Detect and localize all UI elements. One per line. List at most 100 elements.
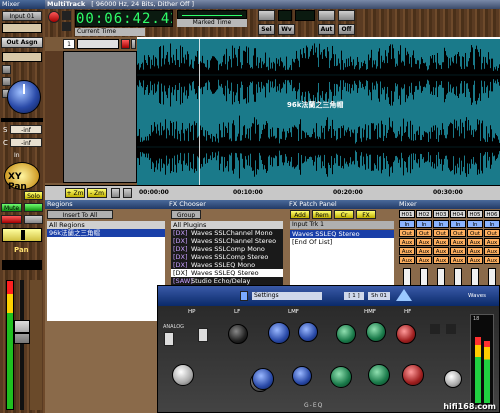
- aux-button-2[interactable]: [2, 77, 11, 86]
- pan-knob[interactable]: [7, 80, 41, 114]
- hp-knob[interactable]: [172, 364, 194, 386]
- mixer-channel-button[interactable]: Out: [433, 229, 449, 237]
- analog-switch[interactable]: [164, 332, 174, 346]
- mute-button[interactable]: Mute: [1, 203, 22, 212]
- track-name-field[interactable]: [77, 39, 119, 49]
- eq-type-switch[interactable]: [446, 324, 456, 334]
- mixer-channel-button[interactable]: Out: [484, 229, 500, 237]
- all-regions-header[interactable]: All Regions: [47, 221, 165, 229]
- fx-plugin-item[interactable]: [DX] Waves SSLEQ Stereo: [171, 269, 283, 277]
- lmf-freq2-knob[interactable]: [292, 366, 312, 386]
- rec-button[interactable]: [1, 215, 22, 224]
- hmf-gain-knob[interactable]: [336, 324, 356, 344]
- c-value[interactable]: -inf: [10, 138, 42, 147]
- playhead-cursor[interactable]: [199, 37, 200, 185]
- pan-slider[interactable]: [2, 228, 42, 242]
- mixer-channel-button[interactable]: Aux: [433, 256, 449, 264]
- mixer-channel-button[interactable]: Out: [416, 229, 432, 237]
- lmf-gain-knob[interactable]: [268, 322, 290, 344]
- waveform-area[interactable]: 96k法蘭之三角帽: [137, 37, 500, 185]
- out-assign-button[interactable]: Out Asgn: [1, 37, 43, 48]
- small-toggle-1[interactable]: [258, 10, 275, 21]
- record-button[interactable]: [48, 11, 60, 23]
- track-mute-button[interactable]: [131, 39, 136, 49]
- mixer-channel-label[interactable]: H05: [467, 210, 483, 218]
- hf-gain-knob[interactable]: [396, 324, 416, 344]
- hmf-freq2-knob[interactable]: [368, 364, 390, 386]
- fx-plugin-item[interactable]: [DX] Waves SSLEQ Mono: [171, 261, 283, 269]
- mixer-channel-button[interactable]: Aux: [467, 256, 483, 264]
- mixer-channel-button[interactable]: In: [433, 220, 449, 228]
- mixer-channel-button[interactable]: Aux: [433, 247, 449, 255]
- patch-item-end[interactable]: [End Of List]: [290, 238, 394, 246]
- mixer-channel-label[interactable]: H02: [416, 210, 432, 218]
- mixer-channel-button[interactable]: Out: [399, 229, 415, 237]
- aut-mode-button[interactable]: Aut: [318, 24, 335, 35]
- mixer-channel-button[interactable]: Aux: [433, 238, 449, 246]
- cr-fx-button[interactable]: Cr: [334, 210, 354, 219]
- mixer-channel-button[interactable]: Aux: [450, 238, 466, 246]
- mixer-channel-button[interactable]: Aux: [450, 247, 466, 255]
- mixer-channel-button[interactable]: In: [416, 220, 432, 228]
- mixer-channel-label[interactable]: H06: [484, 210, 500, 218]
- fx-plugin-item[interactable]: [DX] Waves SSLComp Mono: [171, 245, 283, 253]
- output-trim-knob[interactable]: [444, 370, 462, 388]
- zoom-in-button[interactable]: + Zm: [65, 188, 85, 198]
- mixer-channel-button[interactable]: Aux: [416, 247, 432, 255]
- mixer-channel-button[interactable]: Aux: [416, 238, 432, 246]
- eq-in-switch[interactable]: [430, 324, 440, 334]
- fit-button[interactable]: [111, 188, 120, 198]
- out-field[interactable]: [2, 52, 42, 62]
- aux-button-1[interactable]: [2, 65, 11, 74]
- remove-fx-button[interactable]: Rem: [312, 210, 332, 219]
- lmf-freq-knob[interactable]: [252, 368, 274, 390]
- scroll-left-button[interactable]: [123, 188, 132, 198]
- mixer-channel-button[interactable]: Aux: [484, 238, 500, 246]
- lmf-q-knob[interactable]: [298, 322, 318, 342]
- mixer-channel-label[interactable]: H03: [433, 210, 449, 218]
- hp-filter-switch[interactable]: [198, 328, 208, 342]
- sel-mode-button[interactable]: Sel: [258, 24, 275, 35]
- fx-plugin-item[interactable]: [DX] Waves SSLComp Stereo: [171, 253, 283, 261]
- mixer-channel-button[interactable]: Aux: [399, 256, 415, 264]
- mixer-channel-button[interactable]: Aux: [484, 256, 500, 264]
- hf-freq-knob[interactable]: [402, 364, 424, 386]
- preset-value[interactable]: [ 1 ]: [344, 292, 364, 300]
- xy-pan-pad[interactable]: XY Pan: [4, 162, 40, 192]
- zoom-out-button[interactable]: - Zm: [87, 188, 107, 198]
- all-plugins-header[interactable]: All Plugins: [171, 221, 283, 229]
- mixer-channel-button[interactable]: In: [484, 220, 500, 228]
- mute-indicator[interactable]: [24, 203, 43, 212]
- mixer-channel-button[interactable]: In: [399, 220, 415, 228]
- play-button[interactable]: [62, 22, 71, 31]
- mixer-channel-label[interactable]: H01: [399, 210, 415, 218]
- mixer-channel-button[interactable]: Aux: [467, 238, 483, 246]
- mixer-channel-button[interactable]: Aux: [484, 247, 500, 255]
- off-mode-button[interactable]: Off: [338, 24, 355, 35]
- track-number[interactable]: 1: [63, 39, 75, 49]
- mixer-channel-button[interactable]: Aux: [399, 238, 415, 246]
- settings-label[interactable]: Settings: [252, 292, 322, 300]
- sh-label[interactable]: Sh 01: [368, 292, 390, 300]
- mixer-channel-button[interactable]: Aux: [450, 256, 466, 264]
- hmf-q-knob[interactable]: [366, 322, 386, 342]
- wv-mode-button[interactable]: Wv: [278, 24, 295, 35]
- s-value[interactable]: -inf: [10, 125, 42, 134]
- volume-fader[interactable]: [14, 320, 30, 344]
- mixer-channel-button[interactable]: Aux: [399, 247, 415, 255]
- solo-button[interactable]: Solo: [24, 191, 43, 200]
- mixer-channel-button[interactable]: In: [467, 220, 483, 228]
- pan-slider-handle[interactable]: [21, 230, 25, 240]
- input-field[interactable]: [2, 23, 42, 33]
- mixer-channel-button[interactable]: Out: [450, 229, 466, 237]
- track-rec-button[interactable]: [121, 39, 130, 49]
- region-item[interactable]: 96k法蘭之三角帽: [47, 229, 165, 237]
- fx-button[interactable]: FX: [356, 210, 376, 219]
- insert-to-all-button[interactable]: Insert To All: [47, 210, 113, 219]
- fx-plugin-item[interactable]: [DX] Waves SSLChannel Stereo: [171, 237, 283, 245]
- mixer-channel-label[interactable]: H04: [450, 210, 466, 218]
- small-toggle-3[interactable]: [338, 10, 355, 21]
- patch-item-1[interactable]: Waves SSLEQ Stereo: [290, 230, 394, 238]
- add-fx-button[interactable]: Add: [290, 210, 310, 219]
- mixer-channel-button[interactable]: In: [450, 220, 466, 228]
